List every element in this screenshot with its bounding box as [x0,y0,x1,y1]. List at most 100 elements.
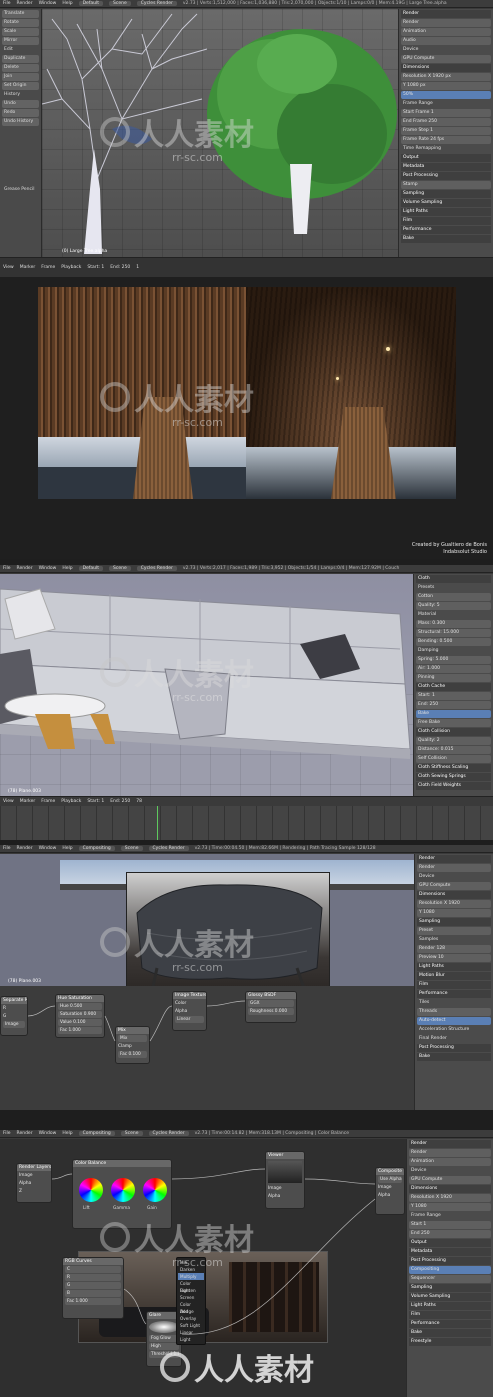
menu-render[interactable]: Render [17,1131,33,1136]
timeline-marker[interactable]: Marker [20,799,36,804]
menu-file[interactable]: File [3,1,11,6]
menu-window[interactable]: Window [39,566,57,571]
prop-audio-button[interactable]: Audio [401,37,491,45]
node-glare-quality[interactable]: High [149,1343,179,1350]
curve-channel-g[interactable]: G [65,1282,121,1289]
node-render-layers[interactable]: Render Layers Image Alpha Z [16,1163,52,1203]
menu-help[interactable]: Help [62,846,72,851]
prop-air[interactable]: Air: 1.000 [416,665,491,673]
node-blend-select[interactable]: Mix [118,1035,147,1042]
layout-selector[interactable]: Compositing [78,1131,115,1136]
menu-help[interactable]: Help [62,1,72,6]
node-title[interactable]: Composite [376,1168,404,1175]
layout-selector[interactable]: Default [78,1,104,6]
node-title[interactable]: Image Texture [173,992,206,999]
prop-cache-end[interactable]: End: 250 [416,701,491,709]
prop-bake-button[interactable]: Bake [416,710,491,718]
prop-end-frame[interactable]: End 250 [409,1230,491,1238]
node-mix[interactable]: Mix Mix Clamp Fac 0.100 [115,1026,150,1064]
prop-preview-samples[interactable]: Preview 10 [417,954,491,962]
prop-pinning[interactable]: Pinning [416,674,491,682]
blend-option[interactable]: Darken [178,1266,204,1273]
render-engine-selector[interactable]: Cycles Render [136,1,177,6]
prop-device-select[interactable]: GPU Compute [417,882,491,890]
node-glare-threshold[interactable]: Threshold 1.000 [149,1351,179,1358]
node-value-field[interactable]: Value 0.100 [58,1019,102,1026]
tool-undo[interactable]: Undo [2,100,39,108]
timeline-playback[interactable]: Playback [61,265,81,270]
blend-option[interactable]: Lighten [178,1287,204,1294]
prop-film-header[interactable]: Film [401,217,491,225]
prop-sampling-preset[interactable]: Preset [417,927,491,935]
tool-mirror[interactable]: Mirror [2,37,39,45]
prop-resolution-percent[interactable]: 50% [401,91,491,99]
node-roughness-field[interactable]: Roughness 0.000 [248,1008,294,1015]
prop-bending[interactable]: Bending: 0.500 [416,638,491,646]
blend-option-selected[interactable]: Multiply [178,1273,204,1280]
timeline-track[interactable] [0,806,493,840]
timeline-playback[interactable]: Playback [61,799,81,804]
prop-frame-step[interactable]: Frame Step 1 [401,127,491,135]
menu-file[interactable]: File [3,566,11,571]
node-editor[interactable]: Hue Saturation Hue 0.500 Saturation 0.90… [0,986,414,1110]
node-title[interactable]: Color Balance [73,1160,171,1167]
prop-dimensions-header[interactable]: Dimensions [409,1185,491,1193]
prop-collision-distance[interactable]: Distance: 0.015 [416,746,491,754]
timeline-marker[interactable]: Marker [20,265,36,270]
node-title[interactable]: Render Layers [17,1164,51,1171]
prop-start-frame[interactable]: Start Frame 1 [401,109,491,117]
timeline-current-frame[interactable]: 1 [136,265,139,270]
prop-light-paths-header[interactable]: Light Paths [409,1302,491,1310]
timeline-view[interactable]: View [3,799,14,804]
menu-file[interactable]: File [3,846,11,851]
prop-tab-render[interactable]: Render [401,10,491,18]
blend-option[interactable]: Overlay [178,1315,204,1322]
timeline-end[interactable]: End: 250 [110,799,130,804]
menu-render[interactable]: Render [17,1,33,6]
render-engine-selector[interactable]: Cycles Render [136,566,177,571]
timeline-frame[interactable]: Frame [41,265,55,270]
prop-sewing-springs-header[interactable]: Cloth Sewing Springs [416,773,491,781]
blend-option[interactable]: Mix [178,1259,204,1266]
node-glossy-bsdf[interactable]: Glossy BSDF GGX Roughness 0.000 [245,991,297,1023]
prop-self-collision[interactable]: Self Collision [416,755,491,763]
timeline-start[interactable]: Start: 1 [87,799,104,804]
node-fac-field[interactable]: Fac 1.000 [58,1027,102,1034]
3d-viewport[interactable]: (0) Large Tree.alpha [42,9,398,257]
prop-animation-button[interactable]: Animation [401,28,491,36]
tool-join[interactable]: Join [2,73,39,81]
blend-mode-dropdown[interactable]: Mix Darken Multiply Color Burn Lighten S… [176,1257,206,1345]
node-fac-field[interactable]: Fac 1.000 [65,1298,121,1305]
prop-resolution-x[interactable]: Resolution X 1920 [409,1194,491,1202]
color-wheel-gamma[interactable] [111,1178,135,1202]
playhead[interactable] [157,806,158,840]
prop-stamp[interactable]: Stamp [401,181,491,189]
prop-sampling-header[interactable]: Sampling [409,1284,491,1292]
prop-resolution-y[interactable]: Y 1080 [417,909,491,917]
prop-light-paths-header[interactable]: Light Paths [417,963,491,971]
node-distribution-select[interactable]: GGX [248,1000,294,1007]
prop-sequencer-toggle[interactable]: Sequencer [409,1275,491,1283]
prop-field-weights-header[interactable]: Cloth Field Weights [416,782,491,790]
node-hue-field[interactable]: Hue 0.500 [58,1003,102,1010]
3d-viewport[interactable]: (78) Plane.003 [0,574,414,796]
node-color-balance[interactable]: Color Balance Lift Gamma Gain [72,1159,172,1229]
layout-selector[interactable]: Compositing [78,846,115,851]
node-title[interactable]: Glossy BSDF [246,992,296,999]
prop-structural[interactable]: Structural: 15.000 [416,629,491,637]
prop-performance-header[interactable]: Performance [417,990,491,998]
node-composite[interactable]: Composite Use Alpha Image Alpha [375,1167,405,1215]
curve-channel-r[interactable]: R [65,1274,121,1281]
tool-duplicate[interactable]: Duplicate [2,55,39,63]
prop-animation-button[interactable]: Animation [409,1158,491,1166]
node-title[interactable]: RGB Curves [63,1258,123,1265]
prop-film-header[interactable]: Film [417,981,491,989]
tool-scale[interactable]: Scale [2,28,39,36]
prop-sampling-header[interactable]: Sampling [401,190,491,198]
menu-help[interactable]: Help [62,566,72,571]
prop-device-select[interactable]: GPU Compute [401,55,491,63]
prop-free-bake-button[interactable]: Free Bake [416,719,491,727]
node-title[interactable]: Mix [116,1027,149,1034]
node-hue-saturation[interactable]: Hue Saturation Hue 0.500 Saturation 0.90… [55,994,105,1038]
prop-resolution-x[interactable]: Resolution X 1920 [417,900,491,908]
